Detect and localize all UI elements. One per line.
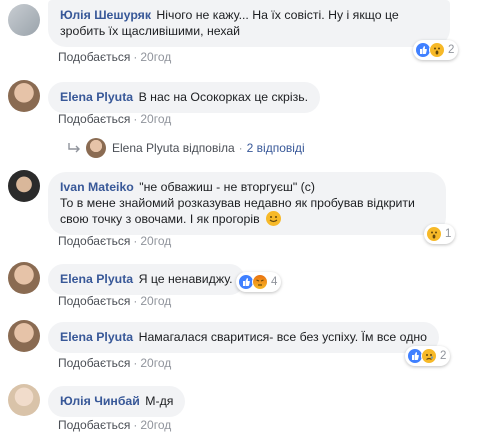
comment-bubble: Юлія Чинбай М-дя [48,386,186,417]
reaction-count: 2 [448,44,455,56]
reaction-summary[interactable]: 2 [405,346,451,366]
reaction-summary[interactable]: 1 [424,224,456,244]
avatar[interactable] [8,80,40,112]
wow-icon [429,42,445,58]
avatar[interactable] [8,4,40,36]
like-link[interactable]: Подобається [58,418,130,432]
reply-count[interactable]: 2 відповіді [247,141,305,155]
like-link[interactable]: Подобається [58,294,130,308]
comment-actions: Подобається · 20год [58,294,172,308]
reaction-count: 4 [271,276,278,288]
comment-bubble: Ivan Mateiko "не обважиш - не вторгуєш" … [48,172,446,235]
reaction-count: 1 [445,228,452,240]
reply-arrow-icon [68,143,80,153]
angry-icon [252,274,268,290]
comment-text-line: зробить їх щасливішими, нехай [60,24,241,38]
comment-author[interactable]: Elena Plyuta [60,90,133,104]
smile-emoji-icon [266,211,282,226]
reaction-summary[interactable]: 2 [413,40,459,60]
reaction-count: 2 [440,350,447,362]
sad-icon [421,348,437,364]
wow-icon [426,226,442,242]
comment-author[interactable]: Elena Plyuta [60,272,133,286]
comment-author[interactable]: Юлія Чинбай [60,394,140,408]
avatar[interactable] [8,170,40,202]
comment-actions: Подобається · 20год [58,50,172,64]
timestamp[interactable]: 20год [140,234,171,248]
comment-bubble: Elena Plyuta Намагалася сваритися- все б… [48,322,440,353]
comment-text-line: Нічого не кажу... На їх совісті. Ну і як… [156,8,399,22]
like-link[interactable]: Подобається [58,234,130,248]
reply-author: Elena Plyuta відповіла [112,141,235,155]
comment-bubble: Elena Plyuta Я це ненавиджу. [48,264,245,295]
view-replies-link[interactable]: Elena Plyuta відповіла · 2 відповіді [68,138,305,158]
comment-text-line: свою точку з овочами. І як прогорів [60,212,260,226]
comment-text-line: "не обважиш - не вторгуєш" (с) [139,180,316,194]
reaction-summary[interactable]: 4 [236,272,282,292]
avatar [86,138,106,158]
comment-bubble: Юлія Шешуряк Нічого не кажу... На їх сов… [48,0,450,47]
comment-text: Намагалася сваритися- все без успіху. Їм… [138,330,428,344]
timestamp[interactable]: 20год [140,50,171,64]
comment-author[interactable]: Elena Plyuta [60,330,133,344]
comment-text: М-дя [145,394,174,408]
like-link[interactable]: Подобається [58,112,130,126]
comment-bubble: Elena Plyuta В нас на Осокорках це скріз… [48,82,321,113]
comment-actions: Подобається · 20год [58,112,172,126]
like-link[interactable]: Подобається [58,356,130,370]
timestamp[interactable]: 20год [140,356,171,370]
timestamp[interactable]: 20год [140,418,171,432]
comment-text: Я це ненавиджу. [138,272,233,286]
timestamp[interactable]: 20год [140,294,171,308]
comment-text-line: То в мене знайомий розказував недавно як… [60,196,415,210]
comment-actions: Подобається · 20год [58,418,172,432]
like-link[interactable]: Подобається [58,50,130,64]
comment-text: В нас на Осокорках це скрізь. [138,90,309,104]
comment-author[interactable]: Ivan Mateiko [60,180,134,194]
timestamp[interactable]: 20год [140,112,171,126]
comment-actions: Подобається · 20год [58,234,172,248]
avatar[interactable] [8,384,40,416]
avatar[interactable] [8,262,40,294]
comment-author[interactable]: Юлія Шешуряк [60,8,151,22]
comment-actions: Подобається · 20год [58,356,172,370]
avatar[interactable] [8,320,40,352]
